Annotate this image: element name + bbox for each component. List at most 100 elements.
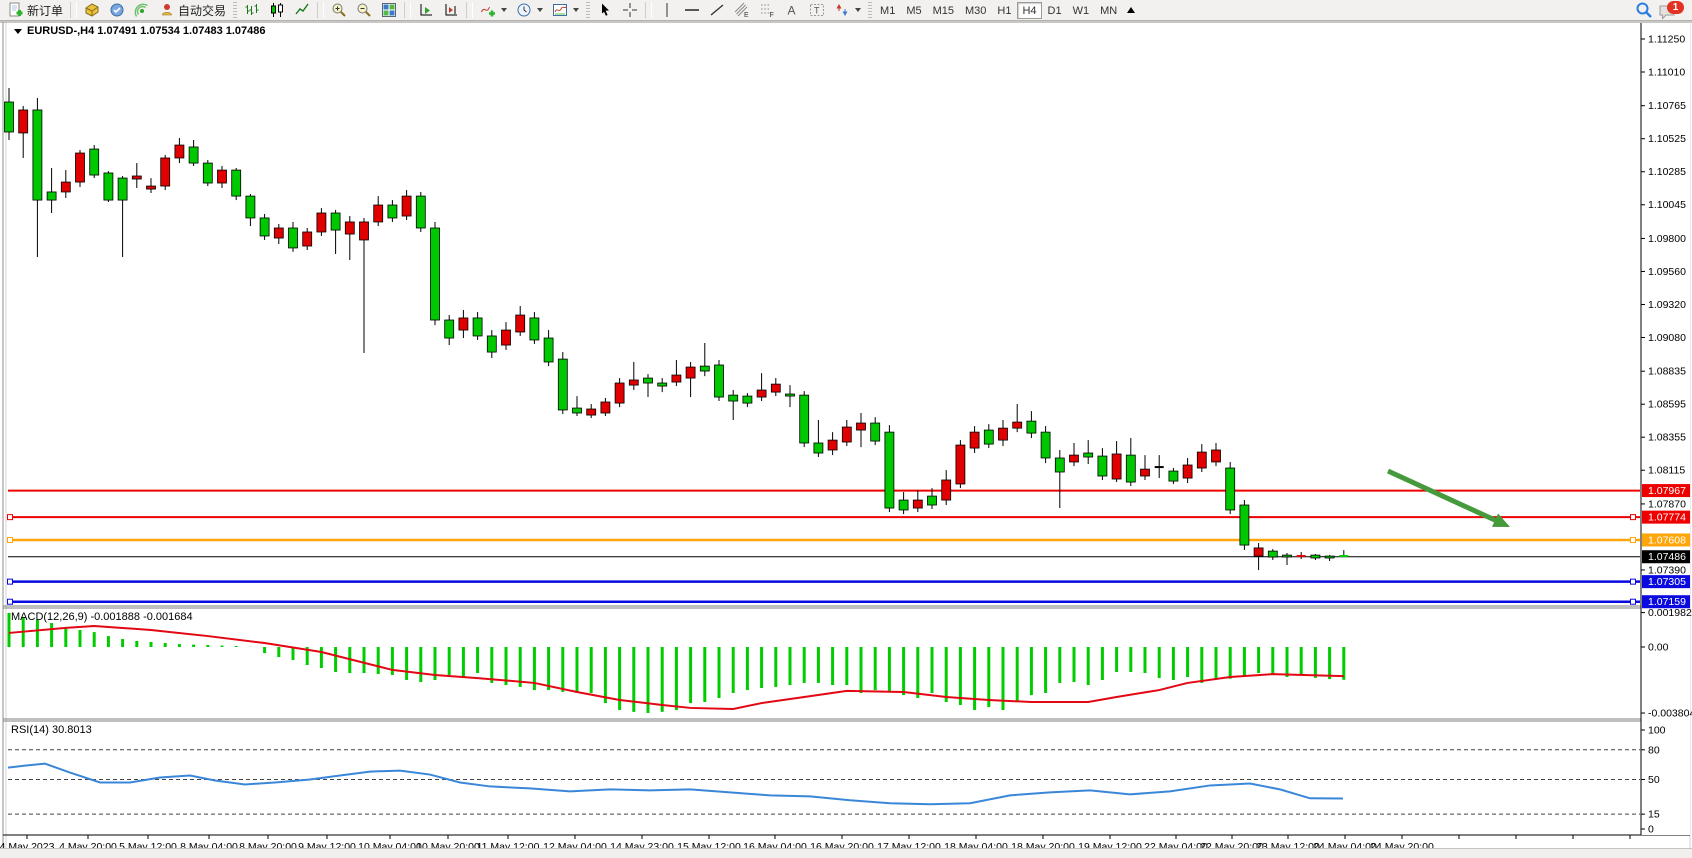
indicators-icon: [480, 2, 496, 18]
templates-button[interactable]: [548, 1, 583, 19]
chevron-down-icon: [573, 8, 579, 12]
chart-candles-button[interactable]: [265, 1, 289, 19]
notification-badge: 1: [1667, 1, 1684, 14]
auto-scroll-button[interactable]: [414, 1, 438, 19]
rsi-label: RSI(14) 30.8013: [11, 724, 92, 736]
toolbar-separator: [645, 2, 652, 18]
toolbar-separator: [404, 2, 411, 18]
crosshair-icon: [622, 2, 638, 18]
macd-label: MACD(12,26,9) -0.001888 -0.001684: [11, 611, 193, 623]
status-strip: [0, 848, 1692, 858]
zoom-out-icon: [356, 2, 372, 18]
svg-text:80: 80: [1648, 744, 1660, 756]
svg-text:1.10765: 1.10765: [1648, 100, 1686, 112]
svg-text:1.08115: 1.08115: [1648, 465, 1685, 477]
market-depth-button[interactable]: [80, 1, 104, 19]
line-handle[interactable]: [8, 579, 13, 584]
templates-icon: [552, 2, 568, 18]
zoom-out-button[interactable]: [352, 1, 376, 19]
svg-text:A: A: [788, 4, 796, 18]
signals-button[interactable]: [130, 1, 154, 19]
shapes-button[interactable]: [830, 1, 865, 19]
auto-trading-icon: [159, 2, 175, 18]
svg-text:1.07390: 1.07390: [1648, 564, 1686, 576]
svg-text:1.08835: 1.08835: [1648, 366, 1686, 378]
horizontal-line-button[interactable]: [680, 1, 704, 19]
svg-text:F: F: [770, 12, 774, 18]
timeframe-group: M1M5M15M30H1H4D1W1MN: [875, 2, 1122, 19]
tf-mn-button[interactable]: MN: [1095, 2, 1122, 19]
line-handle[interactable]: [1631, 537, 1636, 542]
line-handle[interactable]: [8, 599, 13, 604]
signals-icon: [134, 2, 150, 18]
toolbar-separator: [466, 2, 473, 18]
svg-text:E: E: [744, 12, 749, 18]
svg-text:100: 100: [1648, 725, 1666, 737]
new-order-label: 新订单: [27, 2, 63, 19]
svg-text:1.07967: 1.07967: [1648, 485, 1686, 497]
tf-h4-button[interactable]: H4: [1017, 2, 1041, 19]
chart-line-icon: [294, 2, 310, 18]
tf-d1-button[interactable]: D1: [1043, 2, 1067, 19]
search-button[interactable]: [1631, 1, 1657, 19]
crosshair-button[interactable]: [618, 1, 642, 19]
auto-trading-label: 自动交易: [178, 2, 226, 19]
zoom-in-icon: [331, 2, 347, 18]
line-handle[interactable]: [8, 537, 13, 542]
toolbar: 新订单 自动交易 E F A T M1M5M15M30H1H4D1W1MN 1: [0, 0, 1692, 21]
tf-m5-button[interactable]: M5: [901, 2, 926, 19]
svg-text:1.07486: 1.07486: [1648, 551, 1686, 563]
new-order-button[interactable]: 新订单: [4, 1, 67, 19]
tf-m30-button[interactable]: M30: [960, 2, 991, 19]
svg-text:-0.003804: -0.003804: [1648, 708, 1692, 720]
fibonacci-button[interactable]: F: [755, 1, 779, 19]
auto-trading-button[interactable]: 自动交易: [155, 1, 230, 19]
chart-candles-icon: [269, 2, 285, 18]
chart-bars-button[interactable]: [240, 1, 264, 19]
label-button[interactable]: T: [805, 1, 829, 19]
svg-text:1.11010: 1.11010: [1648, 67, 1685, 79]
svg-text:0.001982: 0.001982: [1648, 607, 1692, 619]
tf-w1-button[interactable]: W1: [1068, 2, 1095, 19]
svg-text:1.07608: 1.07608: [1648, 534, 1686, 546]
calendar-button[interactable]: [105, 1, 129, 19]
cursor-button[interactable]: [593, 1, 617, 19]
toolbar-grip: [233, 2, 237, 18]
label-icon: T: [809, 2, 825, 18]
chart-line-button[interactable]: [290, 1, 314, 19]
channel-button[interactable]: E: [730, 1, 754, 19]
horizontal-line-icon: [684, 2, 700, 18]
indicators-button[interactable]: [476, 1, 511, 19]
mt4-window: { "toolbar": { "new_order": "新订单", "auto…: [0, 0, 1692, 858]
text-button[interactable]: A: [780, 1, 804, 19]
notifications-button[interactable]: 1: [1658, 0, 1692, 20]
chart-shift-button[interactable]: [439, 1, 463, 19]
line-handle[interactable]: [8, 515, 13, 520]
tile-windows-button[interactable]: [377, 1, 401, 19]
line-handle[interactable]: [1631, 515, 1636, 520]
svg-text:T: T: [814, 6, 820, 16]
zoom-in-button[interactable]: [327, 1, 351, 19]
text-icon: A: [784, 2, 800, 18]
tf-m15-button[interactable]: M15: [928, 2, 959, 19]
chart-title: EURUSD-,H4 1.07491 1.07534 1.07483 1.074…: [27, 25, 266, 37]
vertical-line-button[interactable]: [655, 1, 679, 19]
svg-text:15: 15: [1648, 809, 1660, 821]
line-handle[interactable]: [1631, 599, 1636, 604]
svg-text:1.10525: 1.10525: [1648, 133, 1686, 145]
tf-h1-button[interactable]: H1: [992, 2, 1016, 19]
periods-button[interactable]: [512, 1, 547, 19]
svg-text:50: 50: [1648, 774, 1660, 786]
line-handle[interactable]: [1631, 579, 1636, 584]
chevron-down-icon: [501, 8, 507, 12]
tf-m1-button[interactable]: M1: [875, 2, 900, 19]
svg-text:0.00: 0.00: [1648, 642, 1669, 654]
svg-text:1.10045: 1.10045: [1648, 199, 1686, 211]
svg-text:1.07774: 1.07774: [1648, 512, 1686, 524]
toolbar-grip: [868, 2, 872, 18]
auto-scroll-icon: [418, 2, 434, 18]
chevron-down-icon: [537, 8, 543, 12]
trendline-button[interactable]: [705, 1, 729, 19]
chart-area[interactable]: 1.112501.110101.107651.105251.102851.100…: [0, 21, 1692, 858]
svg-text:1.10285: 1.10285: [1648, 166, 1686, 178]
